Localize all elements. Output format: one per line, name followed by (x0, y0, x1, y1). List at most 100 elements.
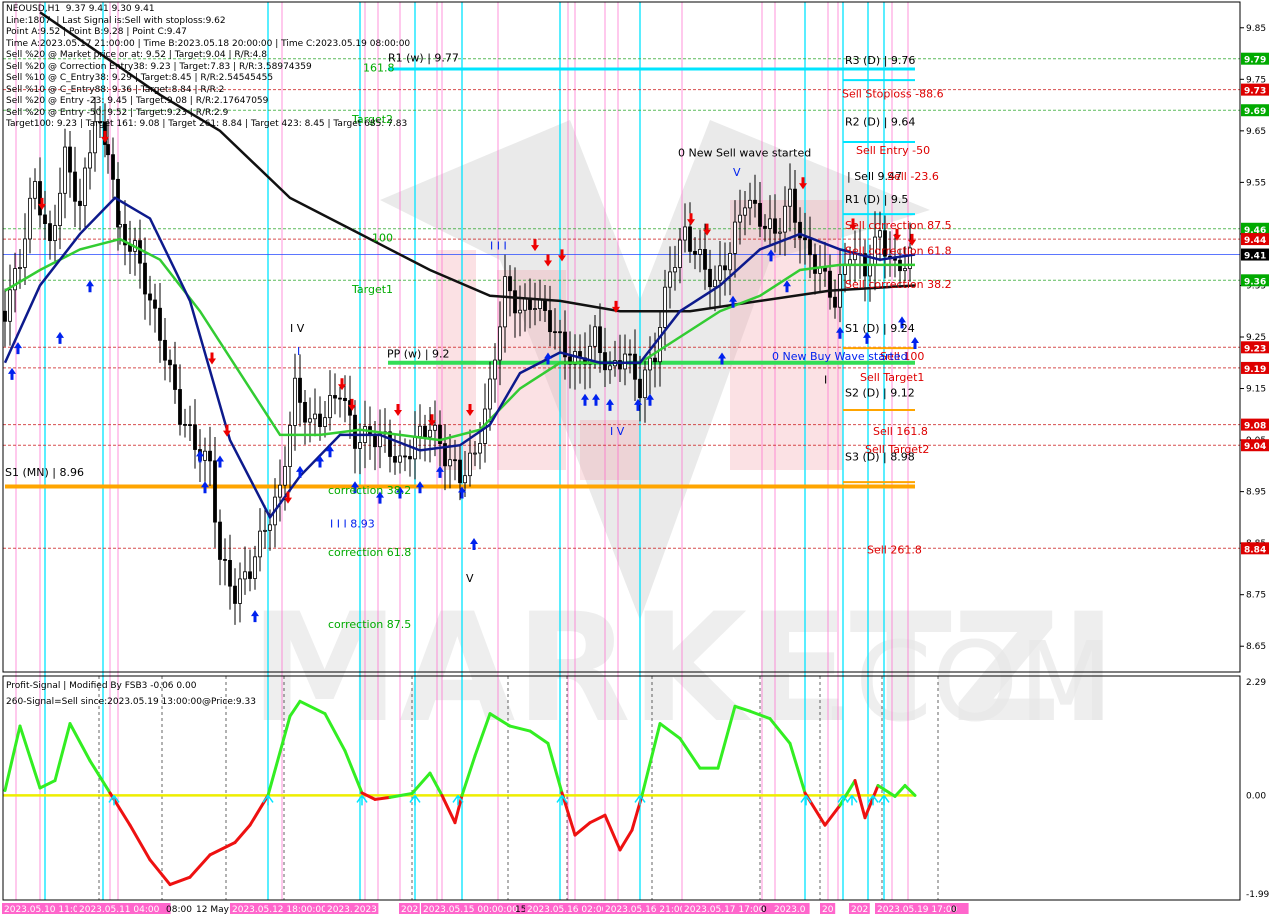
candle-body (733, 221, 737, 254)
candle-body (303, 401, 307, 423)
price-axis: 9.859.759.659.559.459.359.259.159.058.95… (1240, 24, 1269, 652)
time-label: 20 (822, 905, 834, 915)
candle-body (318, 413, 322, 427)
info-line: Sell %10 @ C_Entry88: 9.36 | Target:8.84… (6, 84, 225, 95)
price-tick-label: 8.95 (1246, 488, 1266, 498)
profit-signal-segment (208, 840, 237, 857)
candle-body (28, 197, 32, 240)
indicator-info: Profit-Signal | Modified By FSB3 -0.06 0… (6, 678, 256, 710)
candle-body (323, 417, 327, 427)
chart-annotation: I V (610, 425, 625, 438)
chart-annotation: Sell Target1 (860, 371, 924, 384)
chart-annotation: I V (290, 322, 305, 335)
candle-body (168, 359, 172, 366)
time-label: 2023.05.17 17:00 (684, 905, 765, 915)
candle-body (203, 450, 207, 461)
candle-body (338, 397, 342, 400)
candle-body (738, 214, 742, 223)
chart-annotation: V (466, 572, 474, 585)
profit-signal-segment (863, 784, 880, 820)
candle-body (23, 238, 27, 268)
candle-body (503, 276, 507, 328)
chart-stage: MARKETZI.COM R1 (w) | 9.77161.8R3 (D) | … (2, 1, 1270, 915)
candle-body (328, 395, 332, 419)
chart-annotation: Target1 (351, 283, 393, 296)
candle-body (458, 459, 462, 484)
candle-body (653, 357, 657, 363)
candle-body (238, 578, 242, 604)
profit-signal-segment (428, 771, 444, 797)
chart-annotation: S1 (D) | 9.24 (845, 322, 915, 335)
sell-arrow-icon (208, 352, 216, 365)
watermark-text-suffix: .COM (820, 618, 1113, 746)
info-line: Sell %20 @ Market price or at: 9.52 | Ta… (6, 50, 267, 60)
profit-signal-segment (573, 821, 592, 837)
candle-body (778, 231, 782, 234)
buy-arrow-icon (201, 481, 209, 494)
candle-body (3, 310, 7, 322)
candle-body (178, 389, 182, 425)
candle-body (193, 424, 197, 450)
indicator-tick-label: 2.29 (1246, 678, 1266, 688)
candle-body (293, 377, 297, 426)
profit-signal-segment (460, 754, 477, 797)
candle-body (373, 434, 377, 448)
chart-info-panel: NEOUSD,H1 9.37 9.41 9.30 9.41 Line:1807 |… (6, 4, 410, 131)
candle-body (173, 364, 177, 390)
candle-body (533, 308, 537, 310)
price-tick-label: 8.75 (1246, 591, 1266, 601)
candle-body (698, 249, 702, 255)
candle-body (248, 571, 252, 579)
candle-body (148, 293, 152, 301)
price-tag-label: 9.36 (1244, 277, 1266, 287)
buy-arrow-icon (470, 538, 478, 550)
candle-body (88, 152, 92, 169)
candle-body (828, 270, 832, 298)
candle-body (813, 254, 817, 274)
candle-body (558, 331, 562, 334)
sell-arrow-icon (223, 424, 231, 437)
candle-body (183, 423, 187, 426)
candle-body (513, 290, 517, 314)
info-line: Point A:9.52 | Point B:9.28 | Point C:9.… (6, 27, 187, 37)
candle-body (18, 267, 22, 269)
indicator-cross-icon (634, 794, 646, 806)
profit-signal-segment (373, 795, 392, 801)
time-axis: 2023.05.10 11:002023.05.11 04:00 08:00 12 … (2, 903, 969, 915)
time-label: 15 (515, 905, 526, 915)
indicator-cross-icon (846, 794, 858, 806)
candle-body (468, 452, 472, 477)
price-tag-label: 8.84 (1244, 545, 1266, 555)
buy-arrow-icon (416, 481, 424, 494)
candle-body (63, 146, 67, 194)
candle-body (158, 307, 162, 341)
info-line: Sell %20 @ Entry -23: 9.45 | Target:9.08… (6, 96, 269, 106)
time-label: 2023. (327, 905, 353, 915)
candle-body (428, 429, 432, 438)
candle-body (748, 199, 752, 209)
price-tag-label: 9.08 (1244, 422, 1266, 432)
candle-body (518, 309, 522, 314)
chart-annotation: Sell -23.6 (887, 170, 939, 183)
time-label: 2023.05.19 17:00 (877, 905, 958, 915)
time-label: 08:00 (166, 905, 192, 915)
candle-body (713, 279, 717, 288)
buy-arrow-icon (8, 367, 16, 380)
price-tick-label: 8.65 (1246, 642, 1266, 652)
chart-annotation: 100 (372, 232, 393, 245)
candle-body (808, 239, 812, 256)
candle-body (223, 559, 227, 561)
session-bands (15, 2, 909, 900)
candle-body (638, 378, 642, 399)
candle-body (488, 378, 492, 410)
candle-body (213, 460, 217, 523)
time-label: 202 (401, 905, 418, 915)
buy-arrow-icon (196, 450, 204, 463)
candle-body (118, 223, 122, 228)
candle-body (478, 443, 482, 454)
profit-signal-segment (388, 791, 414, 799)
chart-annotation: Sell 261.8 (867, 543, 922, 556)
buy-arrow-icon (56, 331, 64, 344)
candle-body (688, 226, 692, 252)
candle-body (803, 237, 807, 241)
